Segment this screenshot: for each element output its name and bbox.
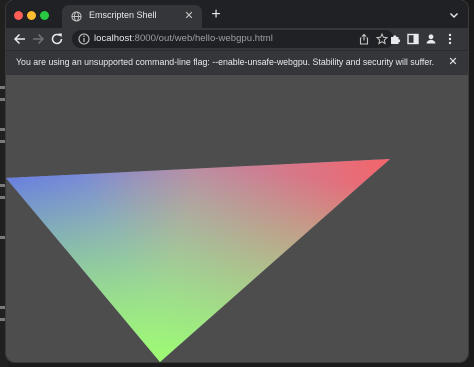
infobar-close-icon[interactable]: ✕ [447,56,459,68]
maximize-window-button[interactable] [40,11,49,20]
info-icon[interactable] [78,33,90,45]
share-icon[interactable] [358,33,370,45]
new-tab-button[interactable]: + [208,7,224,24]
tab-title: Emscripten Shell [89,10,157,20]
tab-emscripten-shell[interactable]: Emscripten Shell ✕ [62,5,202,28]
url-path: :8000/out/web/hello-webgpu.html [131,33,273,44]
browser-window: Emscripten Shell ✕ + localhost:8000/out/… [6,0,468,362]
forward-icon[interactable] [30,31,46,47]
close-window-button[interactable] [14,11,23,20]
address-bar[interactable]: localhost:8000/out/web/hello-webgpu.html [72,30,394,48]
triangle-bottom-vertex-color [6,159,390,362]
tab-close-icon[interactable]: ✕ [182,9,196,23]
profile-icon[interactable] [423,31,439,47]
extensions-icon[interactable] [387,31,403,47]
unsupported-flag-infobar: You are using an unsupported command-lin… [6,50,468,75]
infobar-message: You are using an unsupported command-lin… [16,57,435,67]
url-host: localhost [94,33,132,44]
webgpu-canvas[interactable] [6,75,468,362]
side-panel-icon[interactable] [405,31,421,47]
globe-icon [71,11,82,22]
title-bar: Emscripten Shell ✕ + [6,0,468,28]
triangle-render [6,159,390,362]
tab-search-icon[interactable] [448,9,460,21]
reload-icon[interactable] [49,31,65,47]
back-icon[interactable] [12,31,28,47]
url-text[interactable]: localhost:8000/out/web/hello-webgpu.html [94,33,273,44]
menu-icon[interactable] [442,31,458,47]
minimize-window-button[interactable] [27,11,36,20]
toolbar: localhost:8000/out/web/hello-webgpu.html [6,28,468,50]
